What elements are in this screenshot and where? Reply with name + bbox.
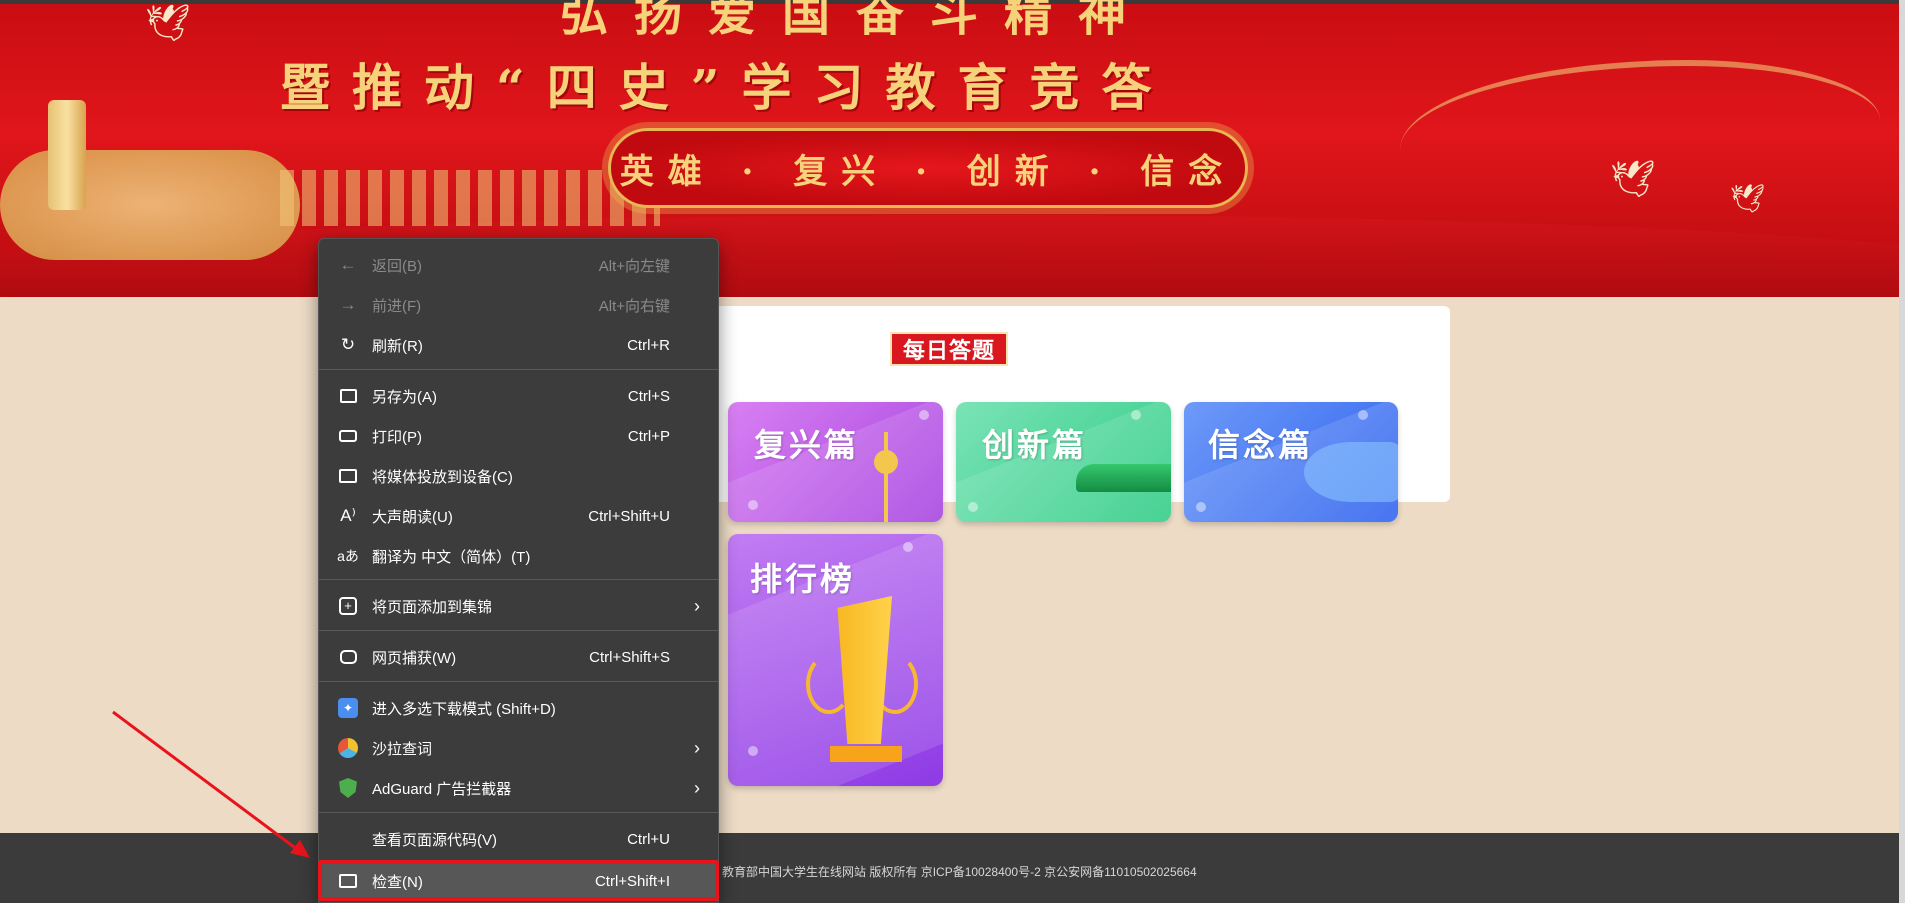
slogan-plaque: 英雄 · 复兴 · 创新 · 信念 xyxy=(608,128,1248,208)
golden-cloud xyxy=(0,150,300,260)
menu-item-print[interactable]: 打印(P) Ctrl+P xyxy=(319,416,718,456)
menu-item-shortcut: Ctrl+R xyxy=(627,336,670,354)
trumpet-icon xyxy=(1304,442,1398,502)
dove-icon: 🕊 xyxy=(145,2,191,43)
menu-item-save-as[interactable]: 另存为(A) Ctrl+S xyxy=(319,376,718,416)
menu-item-read-aloud[interactable]: A⁾ 大声朗读(U) Ctrl+Shift+U xyxy=(319,496,718,536)
tile-fuxing[interactable]: 复兴篇 xyxy=(728,402,943,522)
pin-dot xyxy=(748,500,758,510)
pin-dot xyxy=(1196,502,1206,512)
pin-dot xyxy=(748,746,758,756)
menu-item-shortcut: Ctrl+Shift+U xyxy=(588,507,670,525)
tile-xinnian[interactable]: 信念篇 xyxy=(1184,402,1398,522)
menu-item-label: 刷新(R) xyxy=(372,337,423,355)
saladict-icon xyxy=(337,737,359,759)
menu-item-label: AdGuard 广告拦截器 xyxy=(372,780,512,798)
pin-dot xyxy=(919,410,929,420)
menu-item-label: 另存为(A) xyxy=(372,388,437,406)
menu-item-shortcut: Ctrl+Shift+S xyxy=(589,648,670,666)
menu-separator xyxy=(319,812,718,813)
menu-item-label: 打印(P) xyxy=(372,428,422,446)
browser-context-menu: ← 返回(B) Alt+向左键 → 前进(F) Alt+向右键 ↻ 刷新(R) … xyxy=(318,238,719,903)
header-banner: 🕊 🕊 🕊 弘扬爱国奋斗精神 暨推动“四史”学习教育竞答 英雄 · 复兴 · 创… xyxy=(0,0,1905,297)
chevron-right-icon: › xyxy=(694,777,700,798)
dove-icon: 🕊 xyxy=(1610,158,1656,199)
huabiao-pillar xyxy=(48,100,86,210)
collections-icon: + xyxy=(337,595,359,617)
pearl-tower-icon xyxy=(874,432,898,522)
menu-item-add-to-collections[interactable]: + 将页面添加到集锦 › xyxy=(319,586,718,626)
pin-dot xyxy=(1131,410,1141,420)
back-arrow-icon: ← xyxy=(339,255,357,274)
menu-item-saladict[interactable]: 沙拉查词 › xyxy=(319,728,718,768)
tile-leaderboard[interactable]: 排行榜 xyxy=(728,534,943,786)
pin-dot xyxy=(1358,410,1368,420)
menu-item-label: 沙拉查词 xyxy=(372,740,433,758)
banner-title: 暨推动“四史”学习教育竞答 xyxy=(280,58,1174,117)
inspect-highlight-box xyxy=(318,860,719,901)
menu-item-refresh[interactable]: ↻ 刷新(R) Ctrl+R xyxy=(319,325,718,365)
menu-item-view-source[interactable]: 查看页面源代码(V) Ctrl+U xyxy=(319,819,718,859)
tile-chuangxin[interactable]: 创新篇 xyxy=(956,402,1171,522)
menu-separator xyxy=(319,369,718,370)
menu-item-label: 翻译为 中文（简体）(T) xyxy=(372,548,531,566)
menu-item-label: 查看页面源代码(V) xyxy=(372,831,497,849)
page-scrollbar[interactable] xyxy=(1899,0,1905,903)
bullet-train-icon xyxy=(1076,464,1171,492)
cast-icon xyxy=(337,465,359,487)
banner-title-top: 弘扬爱国奋斗精神 xyxy=(560,0,1153,42)
web-capture-icon xyxy=(337,646,359,668)
menu-item-label: 网页捕获(W) xyxy=(372,649,457,667)
footer-copyright: -2016 教育部中国大学生在线网站 版权所有 京ICP备10028400号-2… xyxy=(688,865,1197,879)
city-skyline xyxy=(280,170,660,226)
read-aloud-icon: A⁾ xyxy=(340,506,356,525)
menu-item-cast[interactable]: 将媒体投放到设备(C) xyxy=(319,456,718,496)
pin-dot xyxy=(968,502,978,512)
trophy-base xyxy=(830,746,902,762)
menu-item-label: 返回(B) xyxy=(372,257,422,275)
menu-item-shortcut: Alt+向左键 xyxy=(598,257,670,275)
menu-item-translate[interactable]: aあ 翻译为 中文（简体）(T) xyxy=(319,536,718,576)
menu-separator xyxy=(319,681,718,682)
menu-item-forward[interactable]: → 前进(F) Alt+向右键 xyxy=(319,285,718,325)
chevron-right-icon: › xyxy=(694,595,700,616)
refresh-icon: ↻ xyxy=(340,335,356,354)
menu-item-adguard[interactable]: AdGuard 广告拦截器 › xyxy=(319,768,718,808)
tile-label: 创新篇 xyxy=(982,426,1088,464)
menu-separator xyxy=(319,630,718,631)
print-icon xyxy=(337,425,359,447)
multi-download-icon: ✦ xyxy=(337,697,359,719)
daily-quiz-logo: 每日答题 xyxy=(890,332,1008,366)
save-icon xyxy=(337,385,359,407)
menu-separator xyxy=(319,579,718,580)
menu-item-shortcut: Ctrl+U xyxy=(627,830,670,848)
tile-label: 信念篇 xyxy=(1208,426,1314,464)
forward-arrow-icon: → xyxy=(339,295,357,314)
menu-item-label: 大声朗读(U) xyxy=(372,508,453,526)
pin-dot xyxy=(903,542,913,552)
translate-icon: aあ xyxy=(337,548,359,564)
menu-item-shortcut: Ctrl+S xyxy=(627,387,670,405)
chevron-right-icon: › xyxy=(694,737,700,758)
menu-item-label: 将页面添加到集锦 xyxy=(372,598,493,616)
menu-item-label: 将媒体投放到设备(C) xyxy=(372,468,513,486)
menu-item-shortcut: Alt+向右键 xyxy=(598,297,670,315)
menu-item-label: 前进(F) xyxy=(372,297,422,315)
menu-item-web-capture[interactable]: 网页捕获(W) Ctrl+Shift+S xyxy=(319,637,718,677)
tile-label: 排行榜 xyxy=(750,560,856,598)
dove-icon: 🕊 xyxy=(1730,183,1766,214)
menu-item-label: 进入多选下载模式 (Shift+D) xyxy=(372,700,556,718)
slogan-text: 英雄 · 复兴 · 创新 · 信念 xyxy=(619,151,1237,192)
adguard-icon xyxy=(337,777,359,799)
menu-item-shortcut: Ctrl+P xyxy=(627,427,670,445)
menu-item-multi-download[interactable]: ✦ 进入多选下载模式 (Shift+D) xyxy=(319,688,718,728)
tile-label: 复兴篇 xyxy=(754,426,860,464)
menu-item-back[interactable]: ← 返回(B) Alt+向左键 xyxy=(319,245,718,285)
